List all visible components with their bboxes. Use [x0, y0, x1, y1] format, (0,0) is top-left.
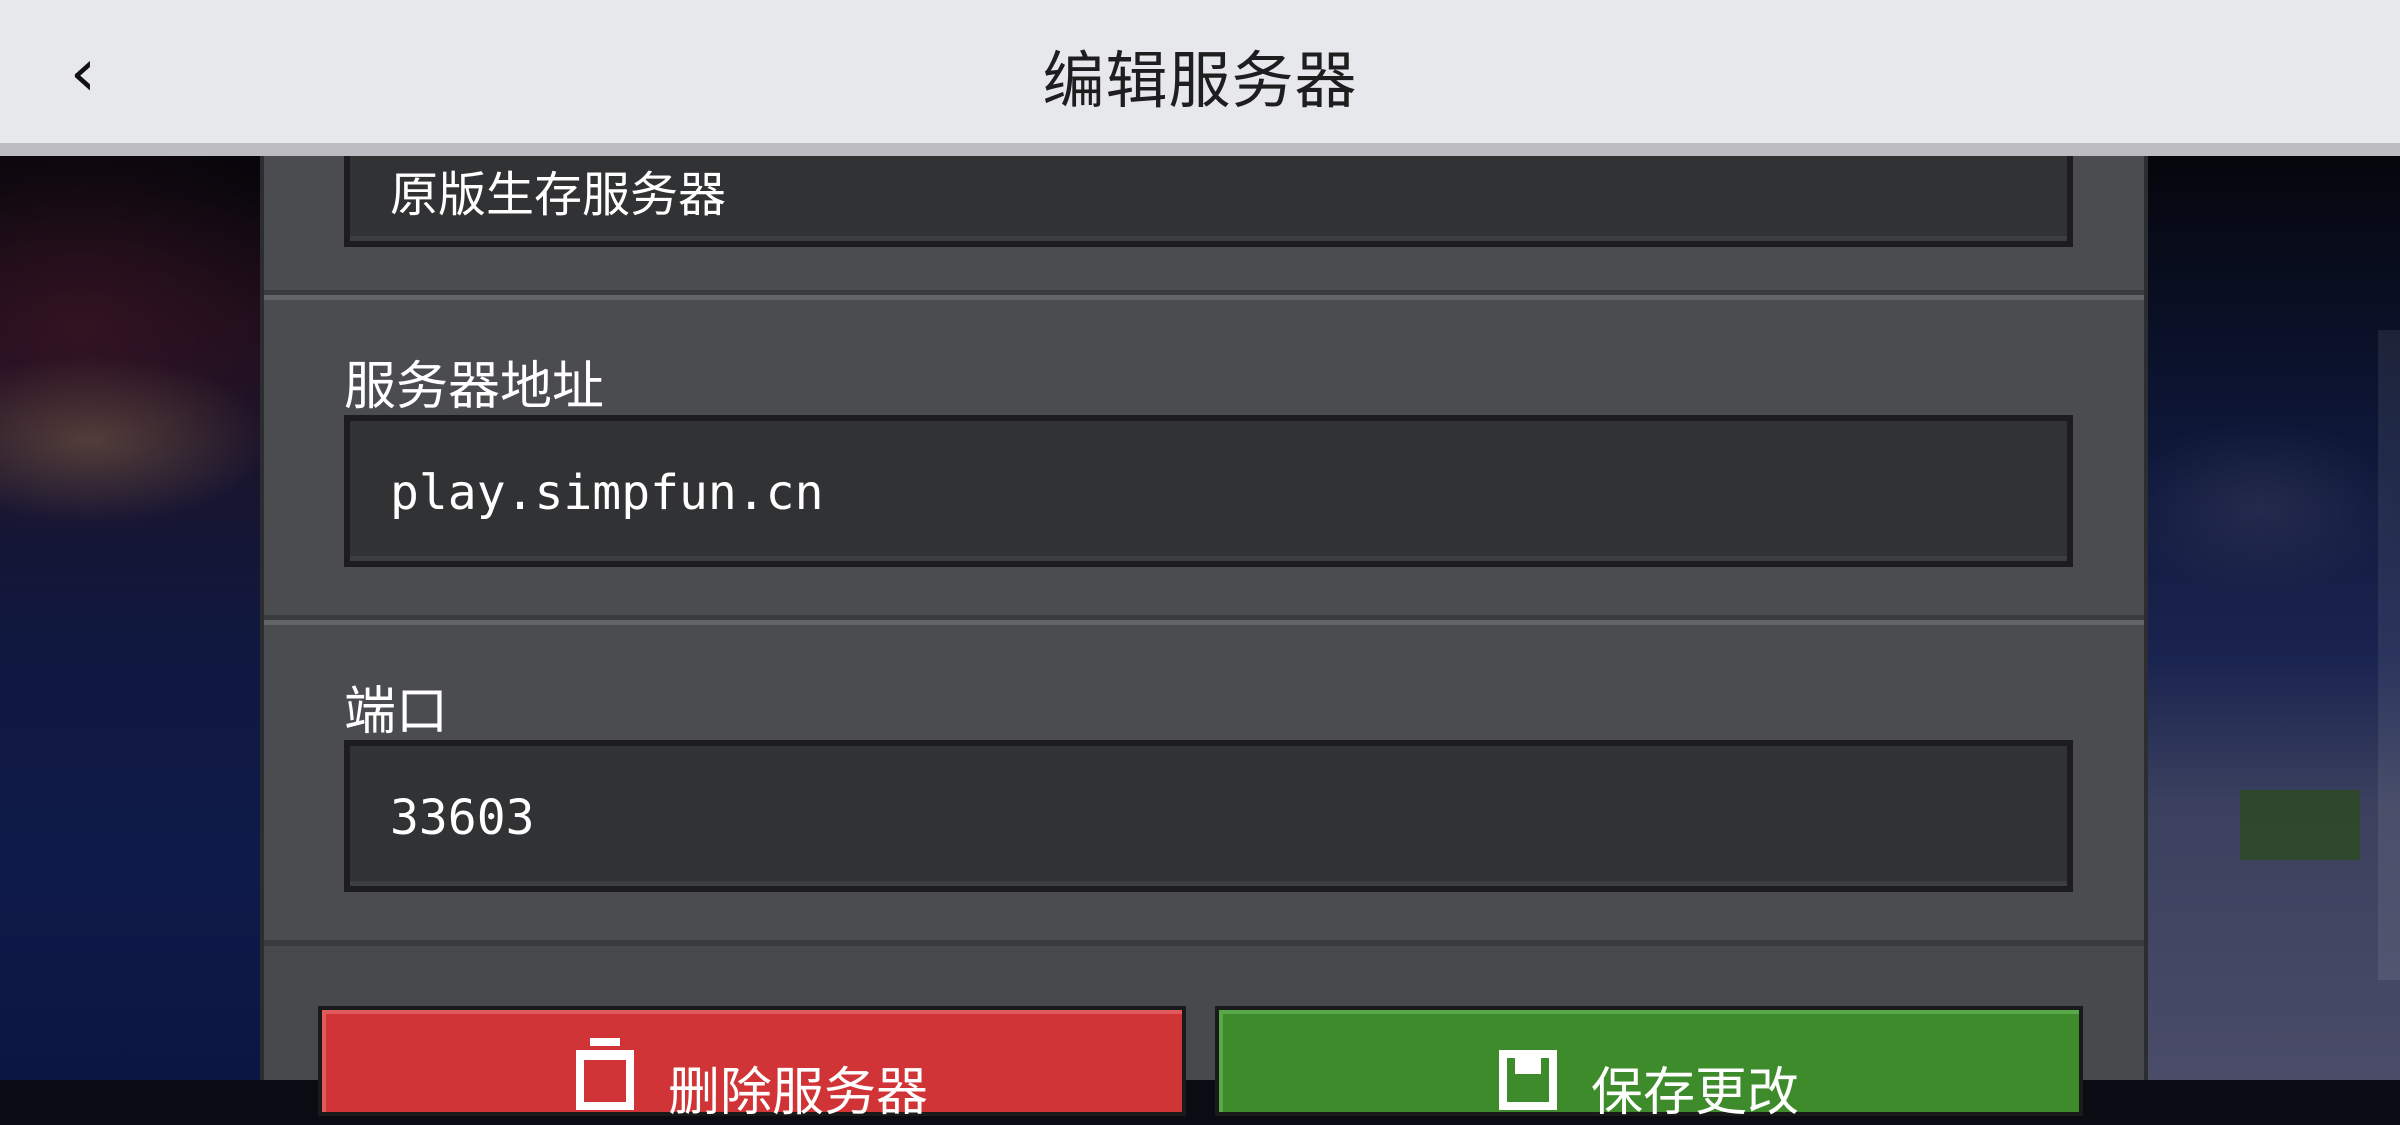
server-address-label: 服务器地址: [344, 357, 605, 417]
server-address-field[interactable]: play.simpfun.cn: [344, 415, 2073, 567]
edit-server-panel: 原版生存服务器 服务器地址 play.simpfun.cn 端口 33603: [260, 0, 2148, 1080]
save-icon: [1498, 1050, 1557, 1110]
port-value: 33603: [390, 790, 535, 846]
save-changes-button[interactable]: 保存更改: [1215, 1006, 2083, 1123]
port-label: 端口: [344, 682, 449, 742]
top-bar: ‹ 编辑服务器: [0, 0, 2400, 156]
server-address-section: 服务器地址 play.simpfun.cn: [264, 295, 2144, 621]
game-background-right: [2120, 150, 2400, 1080]
port-section: 端口 33603: [264, 620, 2144, 946]
page-title: 编辑服务器: [1042, 44, 1358, 117]
port-field[interactable]: 33603: [344, 740, 2073, 892]
grass-block: [2240, 790, 2360, 860]
scrollbar[interactable]: [2378, 330, 2400, 980]
delete-server-button[interactable]: 删除服务器: [318, 1006, 1186, 1123]
trash-icon: [575, 1038, 634, 1110]
server-address-value: play.simpfun.cn: [390, 465, 824, 521]
server-name-value: 原版生存服务器: [390, 167, 727, 223]
delete-server-label: 删除服务器: [667, 1063, 928, 1123]
save-changes-label: 保存更改: [1590, 1063, 1799, 1123]
